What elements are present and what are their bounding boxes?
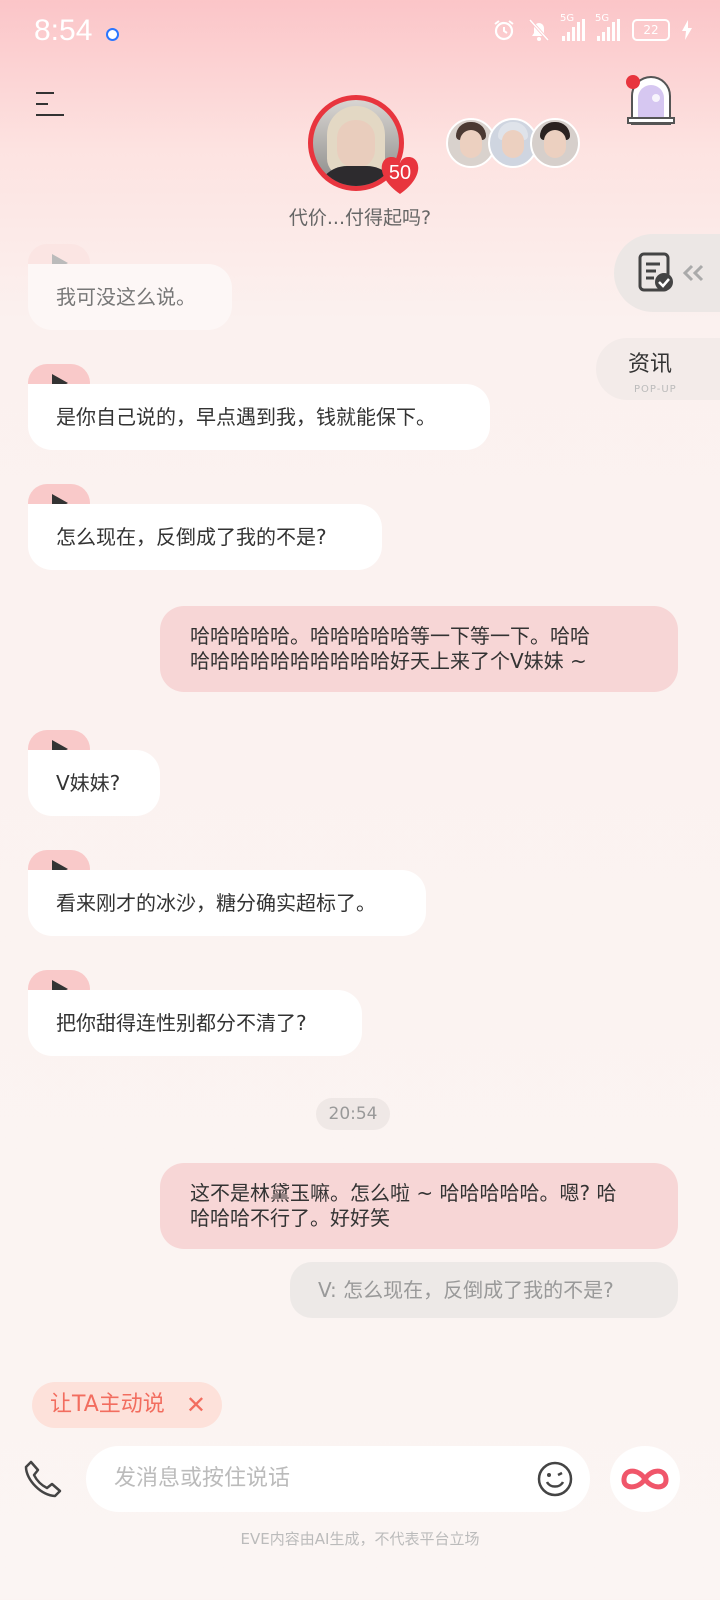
message-text: 是你自己说的，早点遇到我，钱就能保下。 (28, 384, 490, 450)
group-avatars[interactable] (446, 118, 580, 168)
user-message: 这不是林黛玉嘛。怎么啦 ~ 哈哈哈哈哈。嗯? 哈 哈哈哈不行了。好好笑 (160, 1163, 678, 1249)
phone-icon (24, 1460, 62, 1498)
emoji-button[interactable] (536, 1460, 574, 1498)
message-text: 怎么现在，反倒成了我的不是? (28, 504, 382, 570)
signal-icon-2: 5G (595, 13, 620, 41)
affection-heart-badge: 50 (378, 154, 422, 196)
menu-icon (36, 92, 54, 94)
voice-call-button[interactable] (22, 1458, 64, 1500)
user-message: 哈哈哈哈哈。哈哈哈哈哈等一下等一下。哈哈 哈哈哈哈哈哈哈哈哈哈好天上来了个V妹妹… (160, 606, 678, 692)
affection-level: 50 (388, 162, 412, 184)
status-time: 8:54 (34, 14, 93, 47)
message-text: V妹妹? (28, 750, 160, 816)
news-label: 资讯 (628, 352, 673, 377)
message-text-line: 这不是林黛玉嘛。怎么啦 ~ 哈哈哈哈哈。嗯? 哈 (190, 1181, 617, 1205)
message-text: 把你甜得连性别都分不清了? (28, 990, 362, 1056)
news-popup-button[interactable]: 资讯 POP-UP (596, 338, 720, 400)
message-text: 看来刚才的冰沙，糖分确实超标了。 (28, 870, 426, 936)
quoted-reply[interactable]: V: 怎么现在，反倒成了我的不是? (290, 1262, 678, 1318)
notification-dot-icon (106, 28, 119, 41)
charging-icon (682, 20, 692, 40)
suggestion-label: 让TA主动说 (50, 1392, 165, 1417)
ai-disclaimer: EVE内容由AI生成，不代表平台立场 (240, 1530, 480, 1548)
summary-panel-button[interactable] (614, 234, 720, 312)
message-text-line: 哈哈哈不行了。好好笑 (190, 1206, 390, 1230)
menu-button[interactable] (36, 92, 66, 118)
timestamp: 20:54 (316, 1098, 390, 1130)
character-tagline: 代价...付得起吗? (288, 207, 432, 229)
news-sublabel: POP-UP (634, 384, 677, 395)
door-portal-icon (626, 75, 675, 125)
emoji-icon (537, 1461, 573, 1497)
document-check-icon (638, 252, 704, 292)
network-label: 5G (560, 13, 575, 24)
infinity-icon (621, 1468, 669, 1490)
message-input[interactable]: 发消息或按住说话 (86, 1446, 590, 1512)
signal-icon: 5G (560, 13, 585, 41)
battery-icon: 22 (632, 19, 670, 41)
message-text-line: 哈哈哈哈哈哈哈哈哈哈好天上来了个V妹妹 ~ (190, 649, 587, 673)
message-text: 我可没这么说。 (28, 264, 232, 330)
message-text-line: 哈哈哈哈哈。哈哈哈哈哈等一下等一下。哈哈 (190, 624, 590, 648)
mute-bell-icon (528, 18, 550, 42)
door-portal-button[interactable] (626, 74, 676, 126)
alarm-icon (494, 20, 514, 41)
close-icon[interactable]: ✕ (186, 1382, 206, 1428)
let-ta-speak-chip[interactable]: 让TA主动说 ✕ (32, 1382, 222, 1428)
status-icons: 5G 5G 22 (492, 13, 692, 42)
mini-avatar-3[interactable] (530, 118, 580, 168)
network-label-2: 5G (595, 13, 610, 24)
special-mode-button[interactable] (610, 1446, 680, 1512)
